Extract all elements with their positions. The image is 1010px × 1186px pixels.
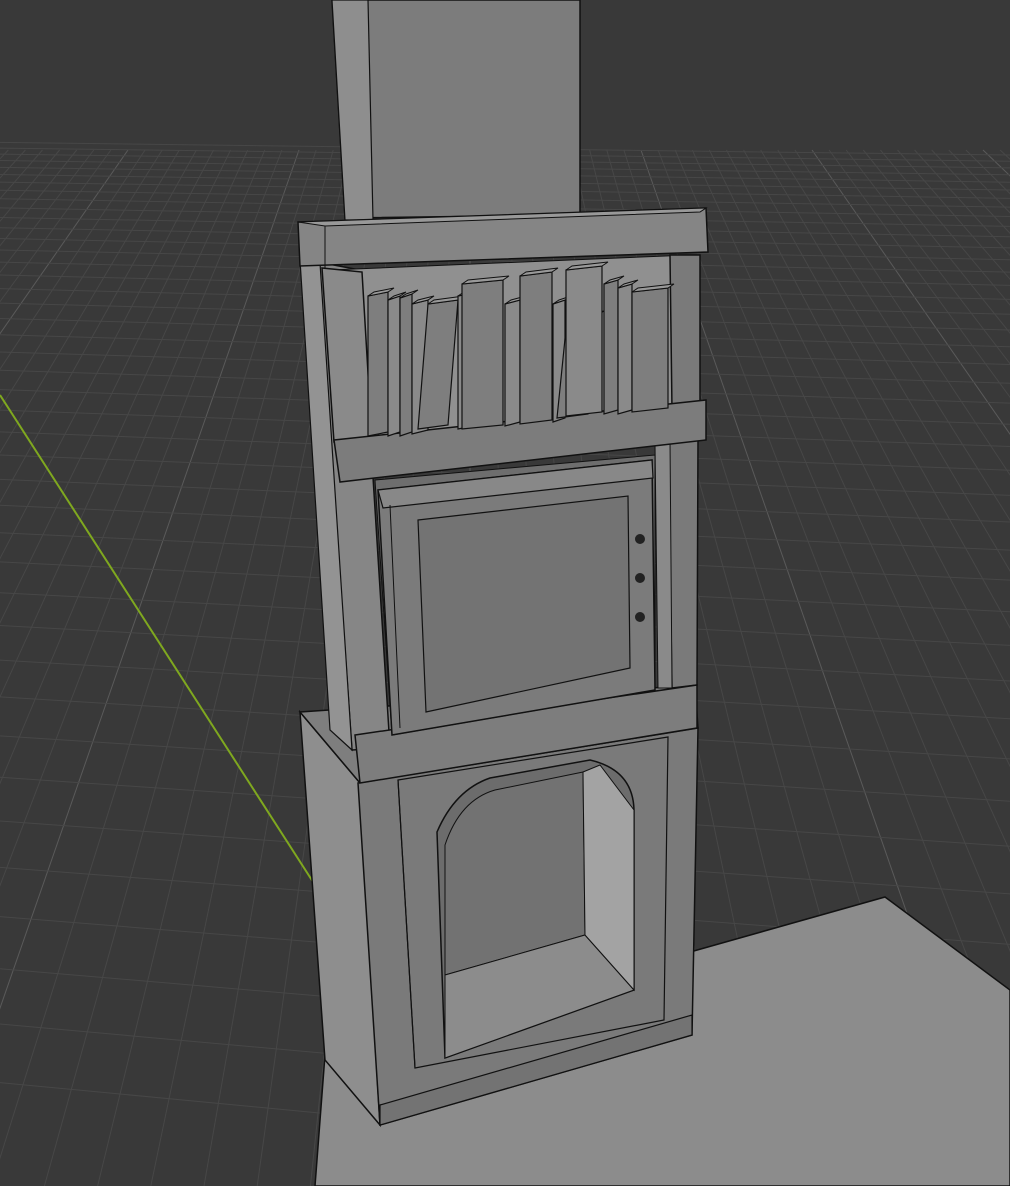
grid-line (0, 149, 43, 200)
book[interactable] (461, 279, 504, 430)
door-knob-icon[interactable] (635, 534, 645, 544)
grid-line (0, 149, 300, 1010)
cabinet-door[interactable] (377, 459, 656, 736)
book[interactable] (565, 265, 603, 417)
book[interactable] (387, 295, 401, 437)
book[interactable] (519, 271, 553, 425)
grid-line (0, 149, 214, 560)
pillar[interactable] (331, 0, 581, 221)
door-knob-icon[interactable] (635, 573, 645, 583)
book[interactable] (603, 279, 619, 415)
3d-viewport[interactable] (0, 0, 1010, 1186)
grid-line (0, 149, 60, 223)
book[interactable] (504, 299, 521, 427)
book[interactable] (367, 291, 389, 437)
book[interactable] (399, 293, 413, 437)
book[interactable] (617, 283, 633, 415)
grid-line (0, 149, 317, 1160)
viewport-canvas[interactable] (0, 0, 1010, 1186)
grid-line (0, 149, 232, 624)
book[interactable] (631, 287, 669, 413)
grid-line (0, 149, 129, 335)
grid-line (0, 149, 249, 699)
door-knob-icon[interactable] (635, 612, 645, 622)
grid-line (0, 149, 9, 160)
